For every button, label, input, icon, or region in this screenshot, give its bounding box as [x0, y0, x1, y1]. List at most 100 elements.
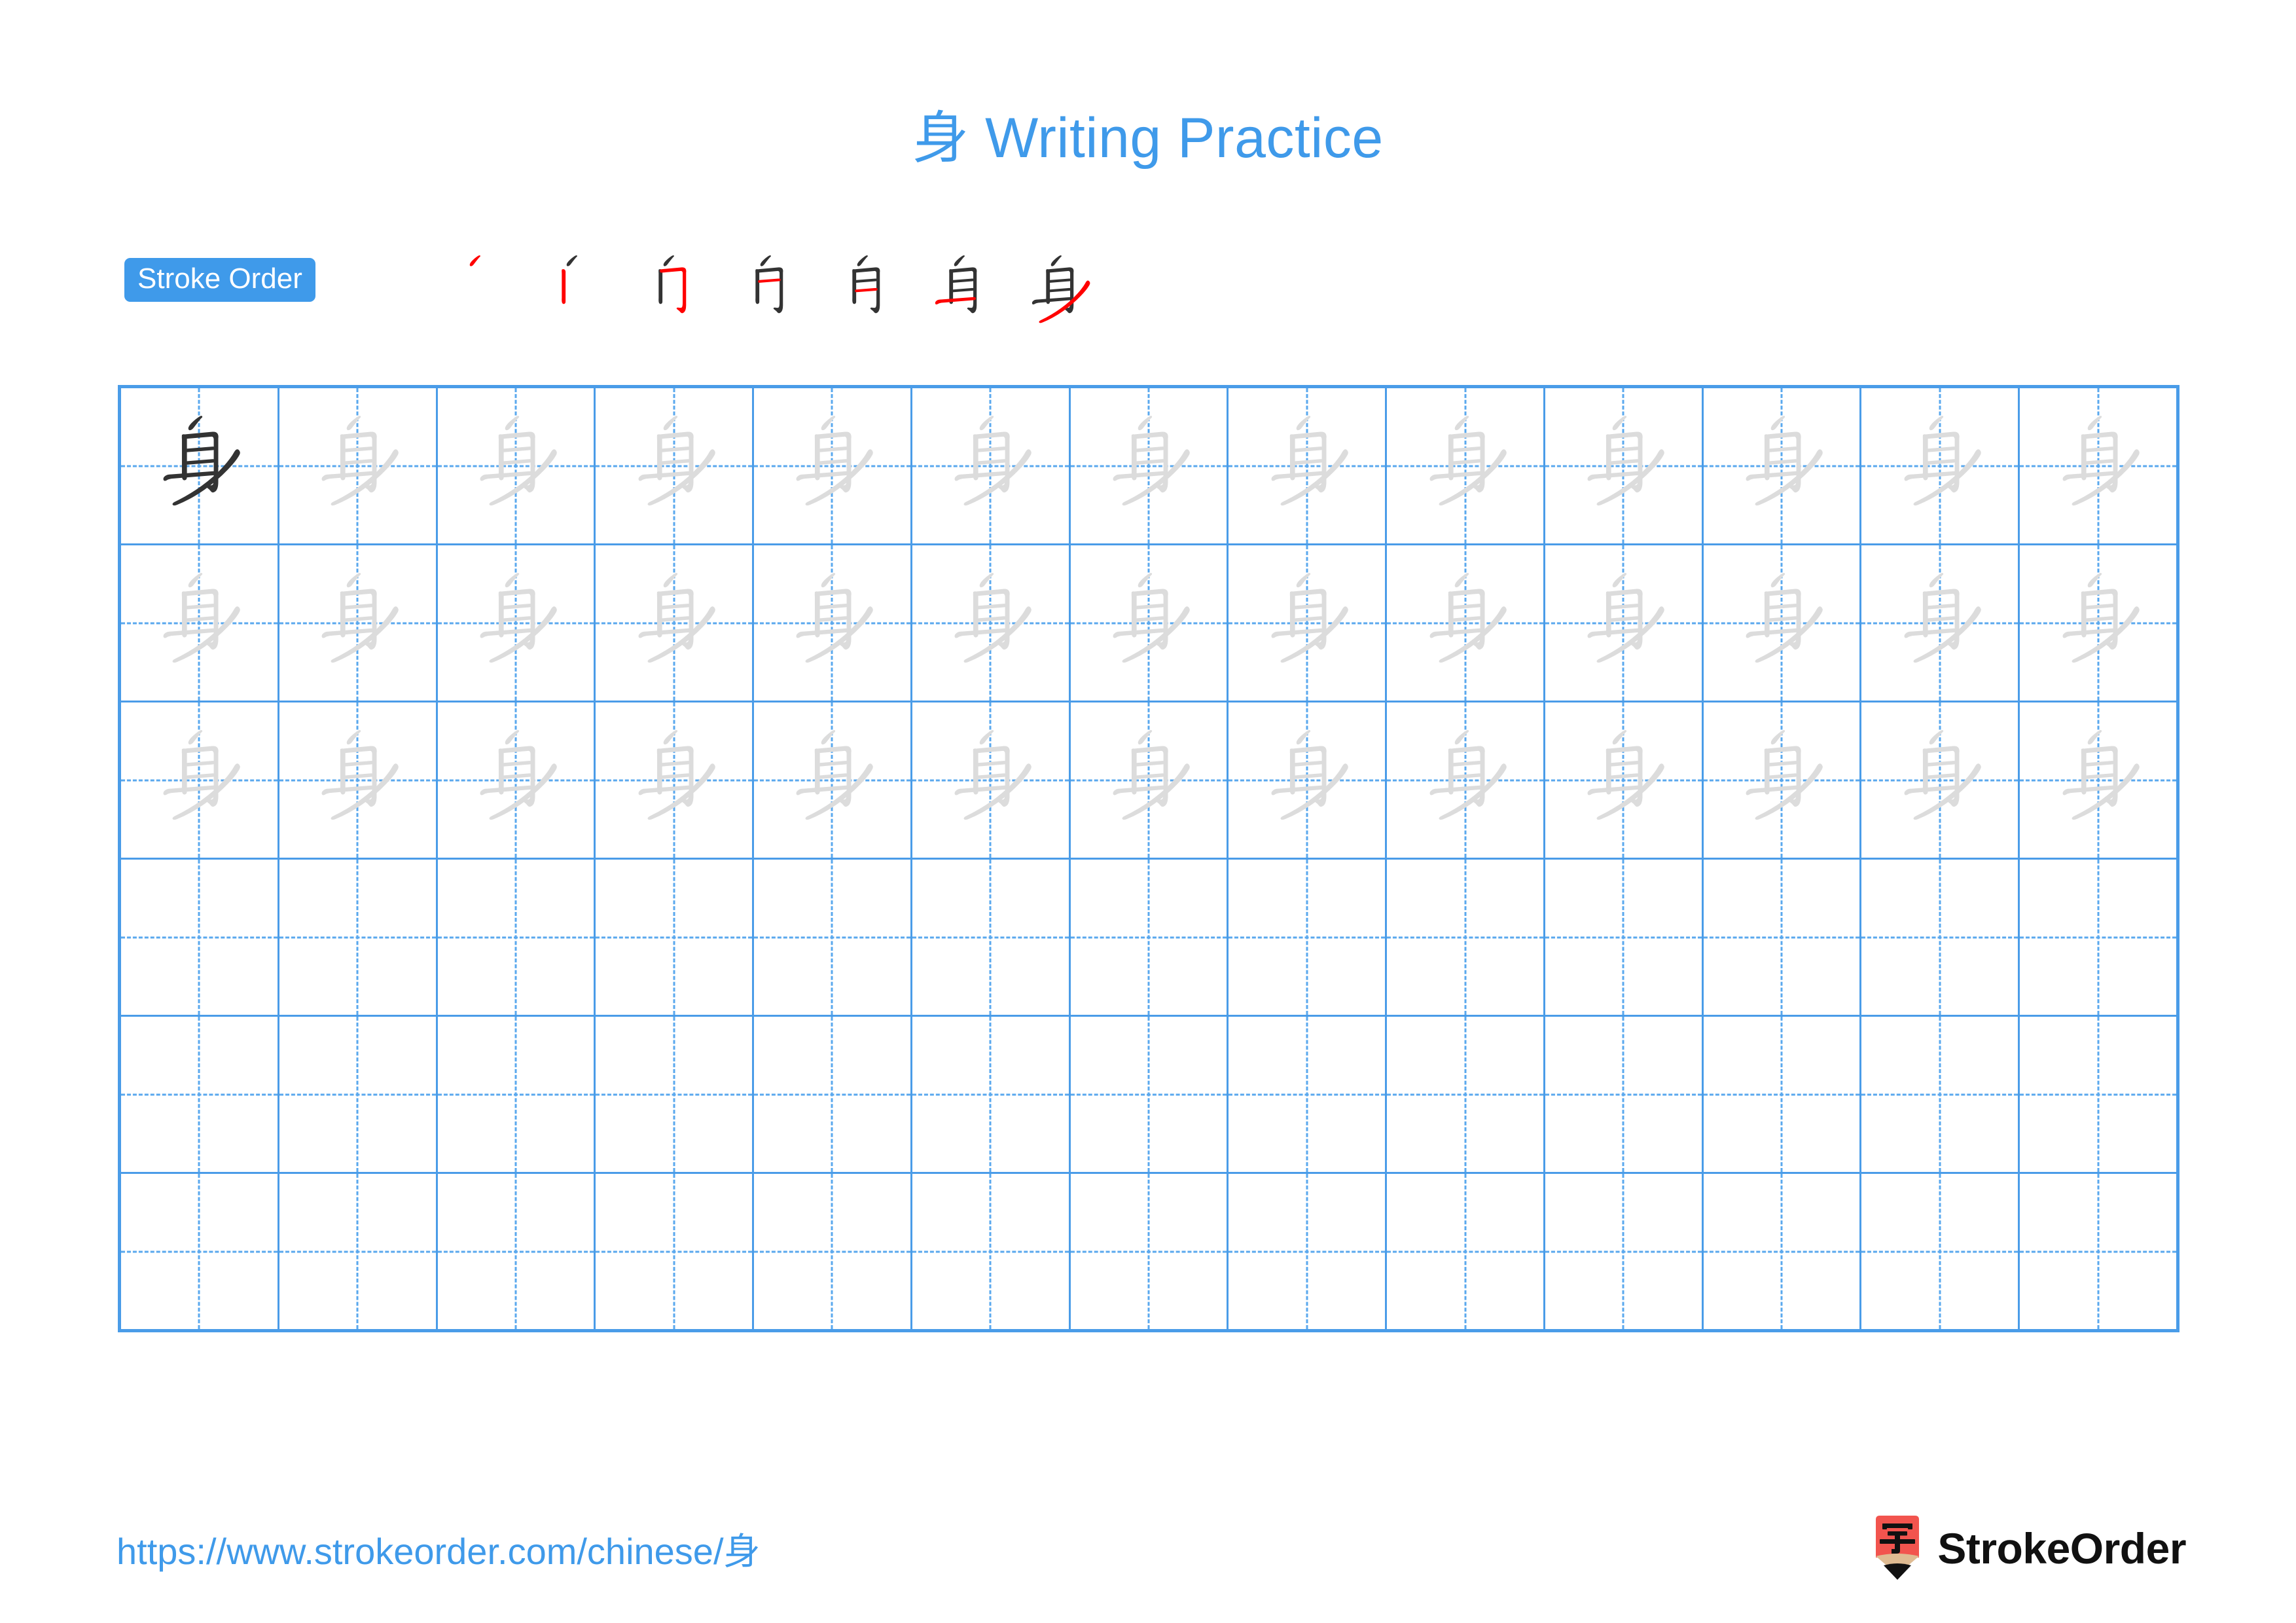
practice-grid [118, 385, 2179, 1332]
practice-cell-2-7[interactable] [1071, 545, 1229, 701]
practice-cell-5-1[interactable] [121, 1017, 279, 1172]
practice-cell-6-5[interactable] [754, 1174, 912, 1329]
practice-cell-3-6[interactable] [912, 702, 1071, 858]
practice-cell-5-8[interactable] [1229, 1017, 1388, 1172]
practice-row-5 [121, 1017, 2176, 1174]
practice-cell-4-9[interactable] [1387, 860, 1545, 1015]
trace-character [1229, 545, 1385, 701]
practice-cell-3-5[interactable] [754, 702, 912, 858]
practice-cell-4-2[interactable] [279, 860, 438, 1015]
trace-character [1704, 545, 1860, 701]
practice-cell-5-5[interactable] [754, 1017, 912, 1172]
stroke-order-badge: Stroke Order [124, 258, 315, 302]
practice-cell-6-9[interactable] [1387, 1174, 1545, 1329]
practice-cell-3-7[interactable] [1071, 702, 1229, 858]
practice-row-6 [121, 1174, 2176, 1329]
trace-character [1229, 702, 1385, 858]
practice-cell-5-7[interactable] [1071, 1017, 1229, 1172]
practice-cell-3-4[interactable] [596, 702, 755, 858]
practice-cell-5-6[interactable] [912, 1017, 1071, 1172]
practice-cell-2-10[interactable] [1545, 545, 1704, 701]
trace-character [596, 545, 752, 701]
trace-character [1071, 545, 1227, 701]
practice-cell-1-11[interactable] [1704, 388, 1862, 543]
practice-cell-2-11[interactable] [1704, 545, 1862, 701]
practice-cell-3-12[interactable] [1861, 702, 2020, 858]
practice-cell-2-4[interactable] [596, 545, 755, 701]
trace-character [1861, 702, 2018, 858]
practice-cell-6-2[interactable] [279, 1174, 438, 1329]
practice-cell-1-13[interactable] [2020, 388, 2176, 543]
practice-cell-4-8[interactable] [1229, 860, 1388, 1015]
trace-character [121, 545, 278, 701]
practice-cell-5-11[interactable] [1704, 1017, 1862, 1172]
practice-row-3 [121, 702, 2176, 860]
brand-logo[interactable]: StrokeOrder [1872, 1512, 2186, 1584]
practice-cell-5-9[interactable] [1387, 1017, 1545, 1172]
practice-cell-2-9[interactable] [1387, 545, 1545, 701]
trace-character [1387, 545, 1543, 701]
practice-cell-3-8[interactable] [1229, 702, 1388, 858]
practice-cell-4-1[interactable] [121, 860, 279, 1015]
trace-character [121, 702, 278, 858]
trace-character [1071, 388, 1227, 543]
practice-cell-3-11[interactable] [1704, 702, 1862, 858]
practice-cell-3-13[interactable] [2020, 702, 2176, 858]
practice-cell-4-12[interactable] [1861, 860, 2020, 1015]
practice-cell-3-2[interactable] [279, 702, 438, 858]
practice-cell-1-3[interactable] [438, 388, 596, 543]
practice-cell-6-11[interactable] [1704, 1174, 1862, 1329]
practice-cell-1-7[interactable] [1071, 388, 1229, 543]
trace-character [279, 702, 436, 858]
practice-cell-3-3[interactable] [438, 702, 596, 858]
practice-cell-1-8[interactable] [1229, 388, 1388, 543]
practice-cell-4-3[interactable] [438, 860, 596, 1015]
stroke-step-1 [429, 245, 526, 342]
practice-cell-1-1[interactable] [121, 388, 279, 543]
practice-cell-4-5[interactable] [754, 860, 912, 1015]
practice-cell-6-1[interactable] [121, 1174, 279, 1329]
practice-cell-2-13[interactable] [2020, 545, 2176, 701]
practice-cell-2-12[interactable] [1861, 545, 2020, 701]
practice-cell-3-9[interactable] [1387, 702, 1545, 858]
practice-cell-6-7[interactable] [1071, 1174, 1229, 1329]
practice-cell-2-8[interactable] [1229, 545, 1388, 701]
practice-cell-4-13[interactable] [2020, 860, 2176, 1015]
practice-cell-5-13[interactable] [2020, 1017, 2176, 1172]
practice-cell-6-8[interactable] [1229, 1174, 1388, 1329]
practice-cell-6-13[interactable] [2020, 1174, 2176, 1329]
practice-cell-4-11[interactable] [1704, 860, 1862, 1015]
practice-cell-6-6[interactable] [912, 1174, 1071, 1329]
practice-cell-6-4[interactable] [596, 1174, 755, 1329]
trace-character [2020, 545, 2176, 701]
practice-cell-1-10[interactable] [1545, 388, 1704, 543]
practice-cell-4-7[interactable] [1071, 860, 1229, 1015]
practice-cell-3-10[interactable] [1545, 702, 1704, 858]
practice-cell-5-12[interactable] [1861, 1017, 2020, 1172]
practice-cell-1-5[interactable] [754, 388, 912, 543]
practice-row-2 [121, 545, 2176, 702]
practice-cell-6-3[interactable] [438, 1174, 596, 1329]
practice-cell-4-6[interactable] [912, 860, 1071, 1015]
practice-cell-5-10[interactable] [1545, 1017, 1704, 1172]
practice-cell-2-6[interactable] [912, 545, 1071, 701]
practice-cell-3-1[interactable] [121, 702, 279, 858]
practice-cell-1-12[interactable] [1861, 388, 2020, 543]
practice-cell-5-4[interactable] [596, 1017, 755, 1172]
practice-cell-6-10[interactable] [1545, 1174, 1704, 1329]
practice-cell-6-12[interactable] [1861, 1174, 2020, 1329]
practice-cell-4-4[interactable] [596, 860, 755, 1015]
practice-cell-2-1[interactable] [121, 545, 279, 701]
stroke-step-5 [817, 245, 914, 342]
practice-cell-1-4[interactable] [596, 388, 755, 543]
practice-cell-2-2[interactable] [279, 545, 438, 701]
practice-cell-4-10[interactable] [1545, 860, 1704, 1015]
practice-cell-2-5[interactable] [754, 545, 912, 701]
footer-url[interactable]: https://www.strokeorder.com/chinese/身 [117, 1522, 761, 1575]
practice-cell-1-6[interactable] [912, 388, 1071, 543]
practice-cell-5-3[interactable] [438, 1017, 596, 1172]
practice-cell-2-3[interactable] [438, 545, 596, 701]
practice-cell-5-2[interactable] [279, 1017, 438, 1172]
practice-cell-1-9[interactable] [1387, 388, 1545, 543]
practice-cell-1-2[interactable] [279, 388, 438, 543]
